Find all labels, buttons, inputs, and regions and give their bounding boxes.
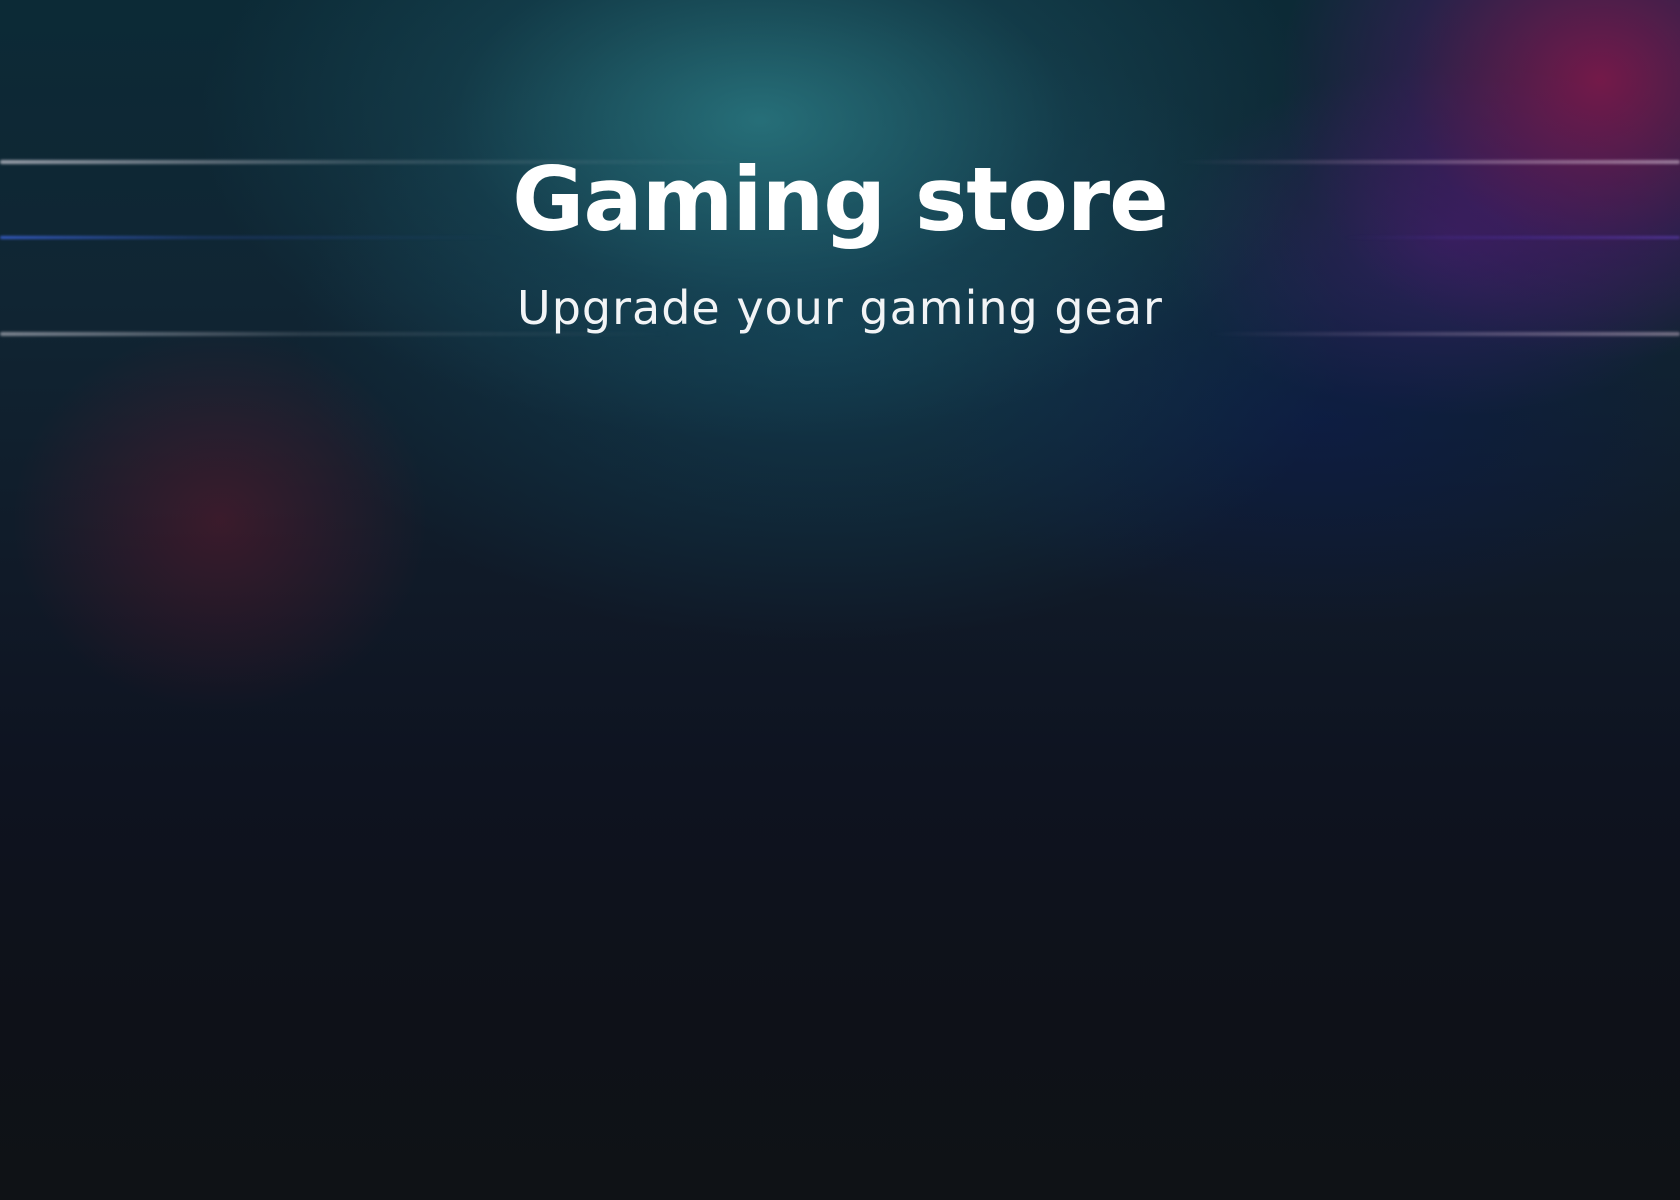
hero-title: Gaming store — [512, 148, 1169, 251]
hero-subtitle: Upgrade your gaming gear — [517, 281, 1163, 335]
hero-banner: Gaming store Upgrade your gaming gear — [0, 0, 1680, 1200]
